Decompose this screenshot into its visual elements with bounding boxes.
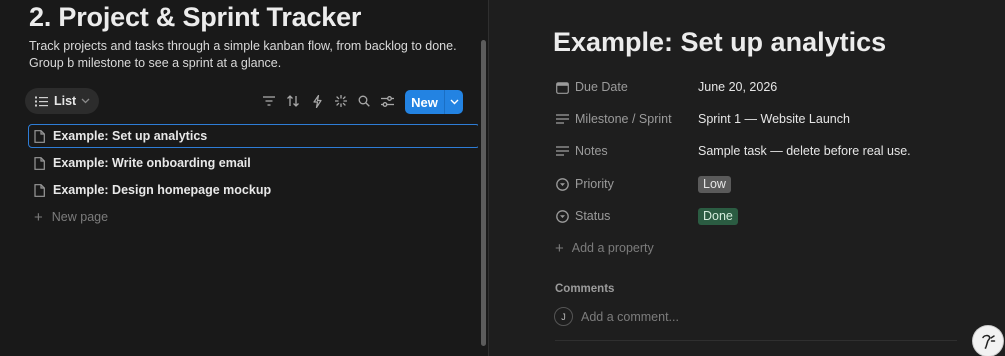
property-value[interactable]: Sample task — delete before real use. xyxy=(698,144,911,158)
new-page-button[interactable]: + New page xyxy=(34,207,108,227)
database-pane: 2. Project & Sprint Tracker Track projec… xyxy=(0,0,478,356)
automation-icon[interactable] xyxy=(308,92,326,110)
text-lines-icon xyxy=(555,112,569,126)
property-status[interactable]: Status Done xyxy=(555,206,738,226)
select-circle-icon xyxy=(555,209,569,223)
list-item-title: Example: Design homepage mockup xyxy=(53,183,272,197)
divider xyxy=(555,340,957,341)
plus-icon: + xyxy=(34,208,43,226)
select-circle-icon xyxy=(555,177,569,191)
page-title: 2. Project & Sprint Tracker xyxy=(29,2,362,32)
page-description: Track projects and tasks through a simpl… xyxy=(29,39,457,70)
chevron-down-icon xyxy=(81,98,90,104)
page-icon xyxy=(34,156,45,170)
ai-sparkle-icon[interactable] xyxy=(332,92,350,110)
new-button[interactable]: New xyxy=(405,90,463,114)
text-lines-icon xyxy=(555,144,569,158)
priority-tag[interactable]: Low xyxy=(698,175,731,193)
property-name: Notes xyxy=(575,144,608,158)
add-property-label: Add a property xyxy=(571,241,654,255)
list-item-title: Example: Set up analytics xyxy=(53,129,208,143)
list-item[interactable]: Example: Write onboarding email xyxy=(28,151,478,175)
property-name: Due Date xyxy=(575,80,628,94)
list-item-title: Example: Write onboarding email xyxy=(53,156,251,170)
sort-icon[interactable] xyxy=(284,92,302,110)
comments-heading: Comments xyxy=(555,283,615,295)
calendar-icon xyxy=(555,80,569,94)
search-icon[interactable] xyxy=(355,92,373,110)
page-peek-pane: Example: Set up analytics Due Date June … xyxy=(489,0,1005,356)
list-item[interactable]: Example: Design homepage mockup xyxy=(28,178,478,202)
property-name: Priority xyxy=(575,177,614,191)
property-notes[interactable]: Notes Sample task — delete before real u… xyxy=(555,141,911,161)
comment-input[interactable]: Add a comment... xyxy=(581,307,881,326)
new-page-label: New page xyxy=(51,210,109,224)
property-name: Status xyxy=(575,209,611,223)
property-name: Milestone / Sprint xyxy=(575,112,672,126)
settings-sliders-icon[interactable] xyxy=(378,92,396,110)
scrollbar[interactable] xyxy=(481,40,486,346)
plus-icon: + xyxy=(555,239,564,257)
page-icon xyxy=(34,183,45,197)
new-button-label: New xyxy=(411,94,438,110)
property-priority[interactable]: Priority Low xyxy=(555,174,731,194)
property-milestone-sprint[interactable]: Milestone / Sprint Sprint 1 — Website La… xyxy=(555,109,850,129)
property-value[interactable]: June 20, 2026 xyxy=(698,80,777,94)
add-property-button[interactable]: + Add a property xyxy=(555,238,654,258)
filter-icon[interactable] xyxy=(260,92,278,110)
property-due-date[interactable]: Due Date June 20, 2026 xyxy=(555,77,777,97)
view-switcher[interactable]: List xyxy=(25,88,99,114)
page-icon xyxy=(34,129,45,143)
help-icon xyxy=(982,334,996,349)
avatar: J xyxy=(554,307,573,326)
property-value[interactable]: Sprint 1 — Website Launch xyxy=(698,112,850,126)
help-button[interactable] xyxy=(973,326,1003,356)
list-item[interactable]: Example: Set up analytics xyxy=(28,124,478,148)
list-view-icon xyxy=(35,96,48,107)
view-label: List xyxy=(54,94,77,108)
status-tag[interactable]: Done xyxy=(698,207,738,225)
detail-title[interactable]: Example: Set up analytics xyxy=(553,27,886,58)
chevron-down-icon[interactable] xyxy=(445,90,463,114)
